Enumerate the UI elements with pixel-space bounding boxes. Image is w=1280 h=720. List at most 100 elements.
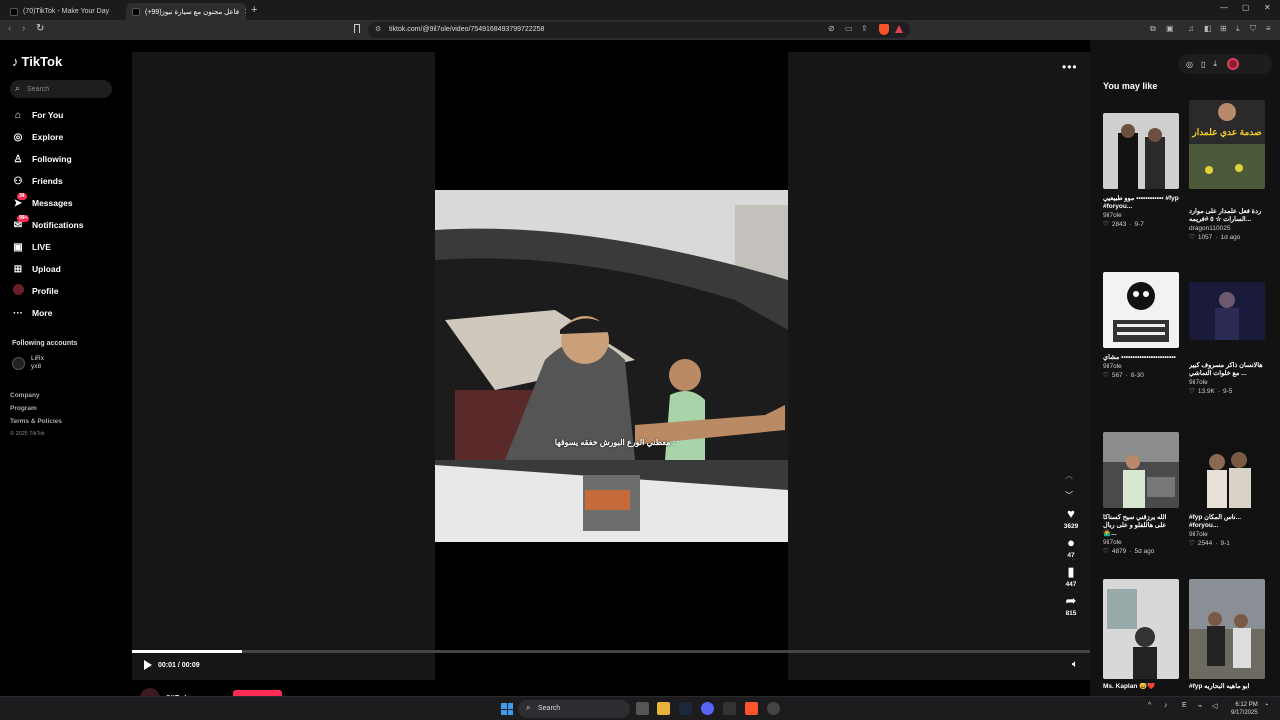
site-info-icon[interactable]: ⚙ — [375, 25, 382, 34]
media-icon[interactable]: ♫ — [1188, 24, 1194, 33]
video-thumbnail — [1189, 579, 1265, 679]
recommendation-card[interactable]: #fyp ناس المكان... #foryou... 9il7ole ♡ 2… — [1189, 432, 1265, 547]
tab-tiktok-home[interactable]: (70)TikTok - Make Your Day — [4, 3, 122, 20]
volume-icon[interactable]: ◁ — [1212, 702, 1217, 710]
volume-icon[interactable]: 🔈︎ — [1072, 659, 1078, 670]
share-icon[interactable]: ⇪ — [861, 24, 868, 33]
following-account[interactable]: LiRx yx8 — [12, 355, 44, 371]
browser-tab-bar: (70)TikTok - Make Your Day (+99)فاعل مجن… — [0, 0, 1280, 20]
download-icon[interactable]: ⤓ — [1213, 59, 1217, 69]
nav-live[interactable]: ▣ LIVE — [12, 239, 51, 255]
tiktok-logo[interactable]: ♪ TikTok — [12, 54, 62, 69]
avatar — [12, 356, 25, 370]
minimize-icon[interactable]: — — [1220, 3, 1228, 12]
nav-profile[interactable]: Profile — [12, 283, 58, 299]
nav-messages[interactable]: ➤ 34 Messages — [12, 192, 73, 211]
discord-icon[interactable] — [701, 702, 714, 715]
bookmark-icon[interactable] — [354, 24, 360, 33]
extensions-icon[interactable]: ⧉ — [1150, 24, 1156, 34]
steam-icon[interactable] — [679, 702, 692, 715]
video-author[interactable]: 9il7ole — [140, 688, 191, 696]
footer-terms-link[interactable]: Terms & Policies — [10, 418, 62, 425]
share-arrow-icon[interactable]: ➦ — [1066, 594, 1077, 608]
brave-rewards-icon[interactable] — [895, 25, 903, 33]
nav-label: Messages — [32, 198, 73, 208]
video-progress-bar[interactable] — [132, 650, 1090, 653]
comment-icon[interactable]: ● — [1067, 536, 1075, 550]
maximize-icon[interactable]: ▢ — [1242, 3, 1250, 12]
nav-notifications[interactable]: ✉ 99+ Notifications — [12, 214, 84, 233]
back-icon[interactable]: ‹ — [8, 23, 11, 34]
heart-icon: ♡ — [1103, 372, 1109, 379]
video-player[interactable]: معطني الورع البورش خفقه يسوقها : ••• ︿ ﹀… — [132, 52, 1090, 680]
recommendation-card[interactable]: صدمة عدي علمدار ردة فعل علمدار على موارد… — [1189, 100, 1265, 241]
system-clock[interactable]: 6:12 PM 9/17/2025 — [1231, 701, 1258, 717]
video-column: معطني الورع البورش خفقه يسوقها : — [435, 52, 788, 680]
file-explorer-icon[interactable] — [657, 702, 670, 715]
pip-icon[interactable]: ▭ — [845, 24, 853, 33]
logo-text: TikTok — [21, 54, 63, 69]
sidebar-toggle-icon[interactable]: ◧ — [1204, 24, 1212, 33]
taskbar-search[interactable]: ⌕ Search — [518, 700, 630, 718]
vpn-icon[interactable]: ⛉ — [1250, 24, 1256, 34]
video-thumbnail — [1103, 432, 1179, 508]
brave-browser-icon[interactable] — [745, 702, 758, 715]
task-view-icon[interactable] — [636, 702, 649, 715]
previous-video-icon[interactable]: ︿ — [1065, 470, 1073, 481]
recommendation-card[interactable]: موو طبيعيي •••••••••••• #fyp #foryou... … — [1103, 113, 1179, 228]
bookmark-icon[interactable]: ▮ — [1067, 565, 1074, 579]
video-thumbnail — [1103, 272, 1179, 348]
nav-label: Notifications — [32, 220, 84, 230]
search-box[interactable]: ⌕ — [10, 80, 112, 98]
footer-company-link[interactable]: Company — [10, 392, 40, 399]
account-handle: yx8 — [31, 363, 42, 370]
search-input[interactable] — [27, 83, 107, 95]
share-count: 815 — [1065, 610, 1077, 617]
card-likes: 4879 — [1111, 547, 1127, 555]
bell-icon: ✉ 99+ — [13, 214, 30, 231]
mute-icon[interactable]: ⊘ — [828, 24, 835, 33]
close-tab-icon[interactable]: ✕ — [244, 7, 246, 16]
keyboard-layout-icon[interactable]: E — [1182, 702, 1187, 709]
tab-tiktok-video[interactable]: (+99)فاعل مجنون مع سيارة نيوز ✕ — [126, 3, 246, 20]
like-icon[interactable]: ♥ — [1067, 507, 1075, 521]
menu-icon[interactable]: ≡ — [1266, 24, 1271, 33]
recommendation-card[interactable]: هالانسان ذاكر مسروف كبير مع خلوات التماش… — [1189, 282, 1265, 395]
footer-program-link[interactable]: Program — [10, 405, 37, 412]
tray-overflow-icon[interactable]: ^ — [1148, 702, 1151, 709]
windows-start-icon[interactable] — [501, 703, 513, 715]
forward-icon[interactable]: › — [22, 23, 25, 34]
xbox-icon[interactable] — [723, 702, 736, 715]
more-options-icon[interactable]: ••• — [1062, 60, 1078, 74]
nav-for-you[interactable]: ⌂ For You — [12, 107, 63, 123]
nav-explore[interactable]: ◎ Explore — [12, 129, 64, 145]
recommendation-card[interactable]: مشاي •••••••••••••••••••••••• 9il7ole ♡ 5… — [1103, 272, 1179, 379]
download-icon[interactable]: ⤓ — [1236, 24, 1240, 34]
video-frame[interactable]: معطني الورع البورش خفقه يسوقها : — [435, 190, 788, 542]
card-likes: 2544 — [1197, 539, 1213, 547]
card-date: 9-5 — [1223, 387, 1233, 395]
next-video-icon[interactable]: ﹀ — [1065, 490, 1073, 501]
microphone-icon[interactable]: ♪ — [1164, 702, 1168, 709]
phone-icon[interactable]: ▯ — [1201, 60, 1205, 69]
recommendation-card[interactable]: الله يرزقني سيح كسناكا على هاللفلو و على… — [1103, 432, 1179, 555]
network-icon[interactable]: ⌁ — [1198, 702, 1202, 710]
new-tab-icon[interactable]: + — [251, 4, 257, 16]
notification-center-icon[interactable]: ◔ — [1264, 702, 1268, 709]
nav-following[interactable]: ♙ Following — [12, 151, 72, 167]
tabs-icon[interactable]: ⊞ — [1220, 24, 1227, 33]
nav-upload[interactable]: ⊞ Upload — [12, 261, 61, 277]
obs-icon[interactable] — [767, 702, 780, 715]
recommendation-card[interactable]: Ms. Kaplan 😅❤️ — [1103, 579, 1179, 691]
profile-avatar[interactable] — [1226, 58, 1239, 70]
nav-more[interactable]: ··· More — [12, 305, 52, 321]
wallet-icon[interactable]: ▣ — [1166, 24, 1174, 33]
card-title: #fyp ناس المكان... #foryou... — [1189, 514, 1242, 529]
nav-friends[interactable]: ⚇ Friends — [12, 173, 63, 189]
recommendation-card[interactable]: #fyp ابو ماهيه البحاريه — [1189, 579, 1265, 691]
brave-shield-icon[interactable] — [879, 24, 889, 35]
reload-icon[interactable]: ↻ — [36, 23, 44, 34]
close-window-icon[interactable]: ✕ — [1264, 3, 1271, 12]
compass-icon[interactable]: ◎ — [1186, 60, 1193, 69]
play-icon[interactable] — [144, 660, 152, 670]
